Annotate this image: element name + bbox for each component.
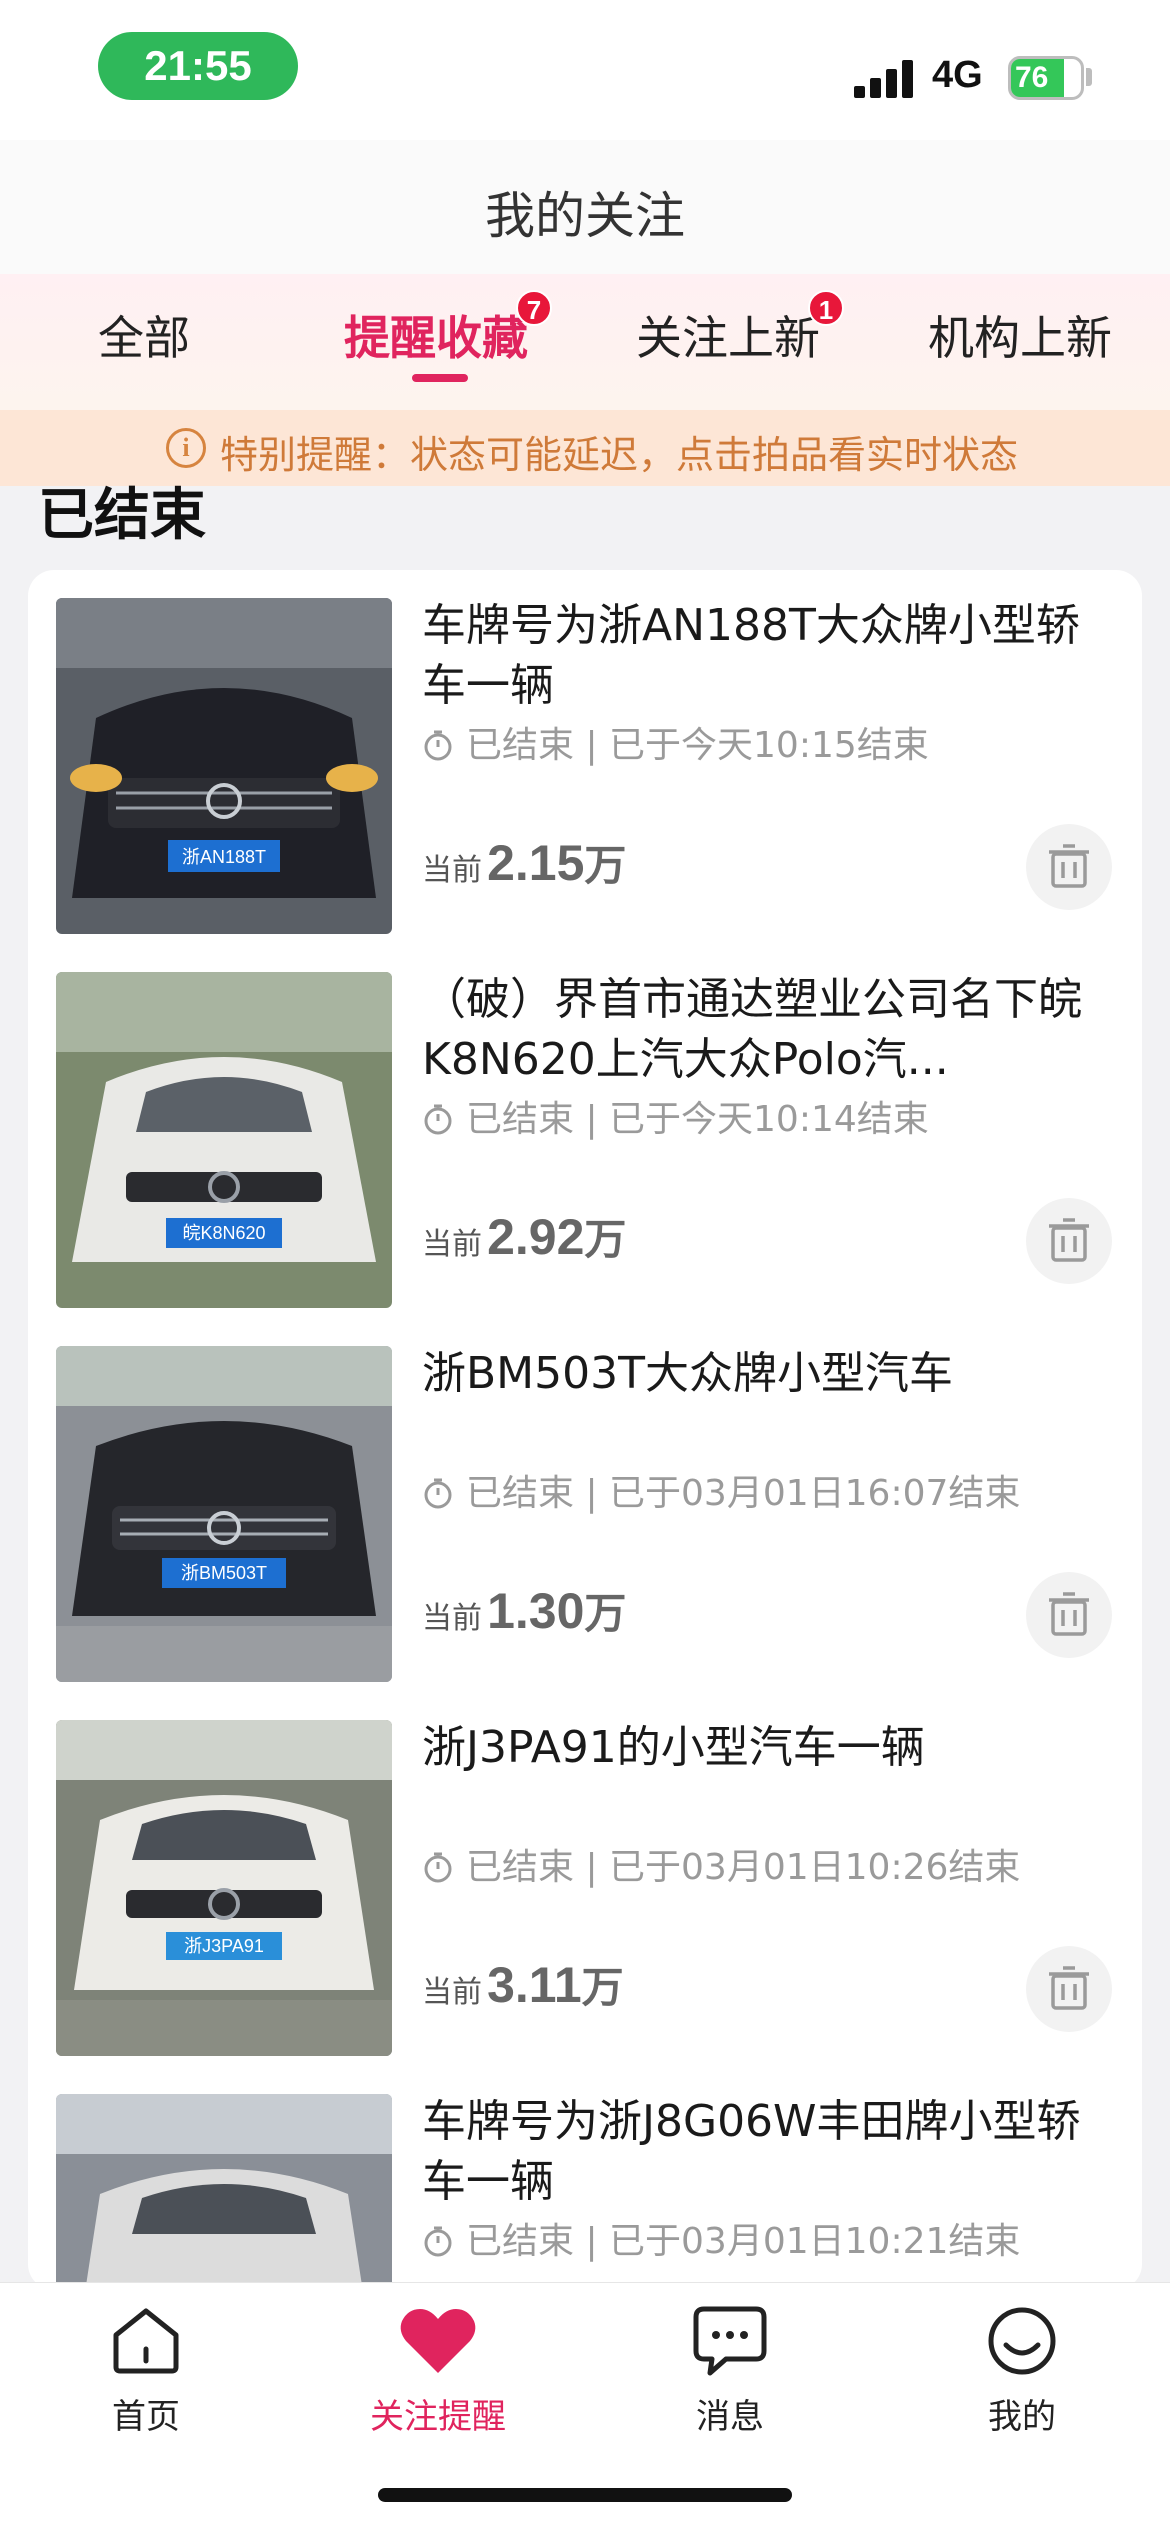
item-status: 已结束 | 已于03月01日16:07结束: [422, 1464, 1020, 1516]
car-thumbnail: 皖K8N620: [56, 972, 392, 1308]
home-icon: [113, 2308, 179, 2374]
trash-icon: [1049, 844, 1089, 888]
price-label: 当前: [422, 1601, 482, 1636]
item-status-text: 已结束 | 已于03月01日16:07结束: [466, 1473, 1021, 1514]
clock-icon: [424, 1852, 452, 1883]
clock-icon: [424, 1104, 452, 1135]
price-unit: 万: [584, 1589, 627, 1638]
item-title: 车牌号为浙J8G06W丰田牌小型轿车一辆: [422, 2096, 1081, 2207]
delete-button[interactable]: [1026, 1198, 1112, 1284]
clock-icon: [424, 2226, 452, 2257]
nav-follow-reminders-label: 关注提醒: [370, 2397, 506, 2437]
tab-followed-new-badge: 1: [808, 290, 844, 326]
heart-icon: [400, 2309, 476, 2373]
battery-icon: 76: [1008, 56, 1084, 100]
trash-icon: [1049, 1592, 1089, 1636]
nav-home-label: 首页: [112, 2397, 180, 2437]
price-value: 2.15: [487, 835, 585, 891]
license-plate-text: 浙AN188T: [182, 847, 266, 867]
delete-button[interactable]: [1026, 824, 1112, 910]
delete-button[interactable]: [1026, 1572, 1112, 1658]
tab-institution-new[interactable]: 机构上新: [928, 302, 1112, 368]
list-item[interactable]: 皖K8N620 （破）界首市通达塑业公司名下皖K8N620上汽大众Polo汽..…: [28, 944, 1142, 1318]
tab-followed-new[interactable]: 关注上新: [636, 302, 820, 368]
battery-level: 76: [1015, 61, 1049, 94]
delete-button[interactable]: [1026, 1946, 1112, 2032]
tab-all[interactable]: 全部: [98, 302, 190, 368]
item-status: 已结束 | 已于今天10:15结束: [422, 716, 929, 768]
license-plate-text: 浙BM503T: [181, 1563, 267, 1583]
price-unit: 万: [584, 1215, 627, 1264]
item-status: 已结束 | 已于今天10:14结束: [422, 1090, 929, 1142]
item-status-text: 已结束 | 已于03月01日10:21结束: [466, 2221, 1021, 2262]
nav-home[interactable]: 首页: [56, 2305, 236, 2438]
nav-mine[interactable]: 我的: [932, 2305, 1112, 2438]
item-price: 当前 2.92万: [422, 1206, 626, 1267]
item-status-text: 已结束 | 已于今天10:14结束: [466, 1099, 929, 1140]
price-unit: 万: [584, 841, 627, 890]
list-item[interactable]: 浙J3PA91 浙J3PA91的小型汽车一辆 已结束 | 已于03月01日10:…: [28, 1692, 1142, 2066]
network-type: 4G: [932, 54, 983, 96]
nav-messages-label: 消息: [696, 2397, 764, 2437]
nav-mine-label: 我的: [988, 2397, 1056, 2437]
price-label: 当前: [422, 853, 482, 888]
car-thumbnail: 浙AN188T: [56, 598, 392, 934]
item-price: 当前 1.30万: [422, 1580, 626, 1641]
item-title: 浙BM503T大众牌小型汽车: [422, 1348, 954, 1399]
price-label: 当前: [422, 1227, 482, 1262]
license-plate-text: 皖K8N620: [182, 1223, 265, 1243]
smile-icon: [988, 2307, 1056, 2375]
section-title: 已结束: [38, 483, 206, 548]
item-title: （破）界首市通达塑业公司名下皖K8N620上汽大众Polo汽...: [422, 974, 1082, 1085]
tab-reminder-favorites-badge: 7: [516, 290, 552, 326]
message-icon: [693, 2306, 767, 2376]
item-price: 当前 3.11万: [422, 1954, 624, 2015]
tab-reminder-favorites[interactable]: 提醒收藏: [344, 302, 528, 368]
page-title: 我的关注: [485, 187, 685, 245]
list-item[interactable]: 浙AN188T 车牌号为浙AN188T大众牌小型轿车一辆 已结束 | 已于今天1…: [28, 570, 1142, 944]
price-value: 3.11: [487, 1957, 582, 2013]
price-unit: 万: [581, 1963, 624, 2012]
status-time: 21:55: [98, 32, 298, 100]
item-status: 已结束 | 已于03月01日10:26结束: [422, 1838, 1020, 1890]
item-price: 当前 2.15万: [422, 832, 626, 893]
status-bar: 21:55 4G 76: [0, 0, 1170, 140]
nav-follow-reminders[interactable]: 关注提醒: [348, 2305, 528, 2438]
price-value: 1.30: [487, 1583, 585, 1639]
notice-text: 特别提醒：状态可能延迟，点击拍品看实时状态: [220, 433, 1019, 477]
list-item[interactable]: 浙BM503T 浙BM503T大众牌小型汽车 已结束 | 已于03月01日16:…: [28, 1318, 1142, 1692]
car-thumbnail: 浙J3PA91: [56, 1720, 392, 2056]
page-header: 我的关注: [0, 140, 1170, 274]
item-status-text: 已结束 | 已于今天10:15结束: [466, 725, 929, 766]
trash-icon: [1049, 1966, 1089, 2010]
battery-cap: [1086, 68, 1092, 86]
item-status-text: 已结束 | 已于03月01日10:26结束: [466, 1847, 1021, 1888]
favorites-list: 浙AN188T 车牌号为浙AN188T大众牌小型轿车一辆 已结束 | 已于今天1…: [28, 570, 1142, 2290]
price-value: 2.92: [487, 1209, 585, 1265]
car-thumbnail: 浙BM503T: [56, 1346, 392, 1682]
item-title: 车牌号为浙AN188T大众牌小型轿车一辆: [422, 600, 1080, 711]
item-status: 已结束 | 已于03月01日10:21结束: [422, 2212, 1020, 2264]
price-label: 当前: [422, 1975, 482, 2010]
cellular-signal-icon: [854, 58, 914, 98]
license-plate-text: 浙J3PA91: [184, 1936, 264, 1956]
tab-bar: 全部 提醒收藏 7 关注上新 1 机构上新: [0, 274, 1170, 410]
info-icon: i: [166, 428, 206, 468]
car-thumbnail: [56, 2094, 392, 2290]
clock-icon: [424, 730, 452, 761]
item-title: 浙J3PA91的小型汽车一辆: [422, 1722, 925, 1773]
nav-messages[interactable]: 消息: [640, 2305, 820, 2438]
clock-icon: [424, 1478, 452, 1509]
list-item[interactable]: 车牌号为浙J8G06W丰田牌小型轿车一辆 已结束 | 已于03月01日10:21…: [28, 2066, 1142, 2290]
trash-icon: [1049, 1218, 1089, 1262]
active-tab-indicator: [412, 374, 468, 382]
home-indicator[interactable]: [378, 2488, 792, 2502]
